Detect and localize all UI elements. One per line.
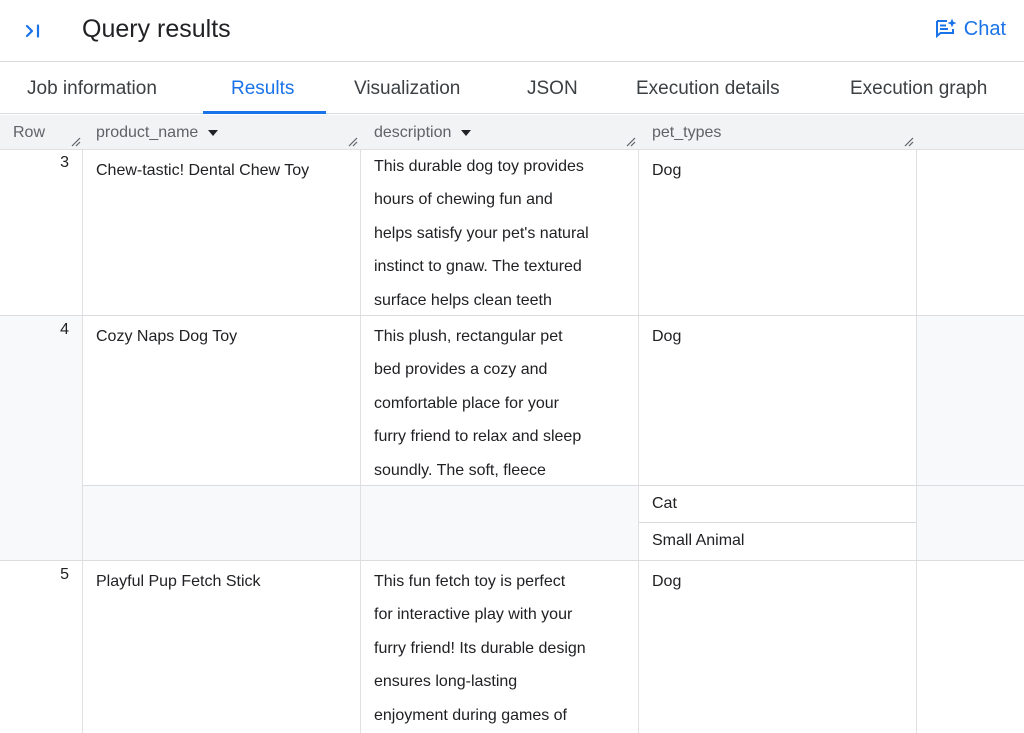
chat-button[interactable]: Chat bbox=[934, 14, 1006, 44]
resize-handle-icon bbox=[71, 137, 81, 147]
description-line: This fun fetch toy is perfect bbox=[374, 573, 566, 590]
row-number: 5 bbox=[60, 566, 69, 583]
column-header-description[interactable]: description bbox=[374, 115, 472, 150]
sub-row-divider bbox=[639, 522, 917, 523]
row-number: 3 bbox=[60, 154, 69, 171]
cell-pet-types[interactable]: Dog bbox=[639, 150, 916, 315]
column-header-pet-types[interactable]: pet_types bbox=[652, 115, 721, 150]
description-line: bed provides a cozy and bbox=[374, 361, 548, 379]
tab-execution-graph[interactable]: Execution graph bbox=[850, 63, 987, 114]
description-line: hours of chewing fun and bbox=[374, 191, 553, 209]
description-line: enjoyment during games of bbox=[374, 706, 567, 724]
pet-type-value: Dog bbox=[652, 573, 682, 590]
results-table: 3 Chew-tastic! Dental Chew Toy This dura… bbox=[0, 150, 1024, 733]
pet-type-value: Dog bbox=[652, 162, 682, 179]
description-line: soundly. The soft, fleece bbox=[374, 461, 546, 479]
column-divider bbox=[916, 150, 917, 316]
product-name-text: Cozy Naps Dog Toy bbox=[96, 328, 238, 345]
description-line: furry friend! Its durable design bbox=[374, 639, 586, 657]
column-divider bbox=[82, 316, 83, 561]
resize-handle-icon bbox=[348, 137, 358, 147]
cell-product-name[interactable]: Playful Pup Fetch Stick bbox=[83, 561, 360, 733]
cell-pet-types[interactable]: Dog bbox=[639, 316, 916, 485]
tab-execution-details[interactable]: Execution details bbox=[636, 63, 780, 114]
chat-spark-icon bbox=[935, 18, 957, 39]
description-line: surface helps clean teeth bbox=[374, 291, 552, 309]
column-label-row: Row bbox=[13, 124, 46, 141]
description-line: This durable dog toy provides bbox=[374, 158, 584, 175]
cell-pet-types[interactable]: Cat bbox=[639, 486, 916, 522]
results-header: Query results Chat bbox=[0, 0, 1024, 62]
column-label-pet-types: pet_types bbox=[652, 124, 722, 141]
pet-type-value: Dog bbox=[652, 328, 682, 345]
cell-pet-types[interactable]: Dog bbox=[639, 561, 916, 733]
cell-product-name[interactable]: Chew-tastic! Dental Chew Toy bbox=[83, 150, 360, 315]
product-name-text: Chew-tastic! Dental Chew Toy bbox=[96, 162, 310, 179]
cell-description[interactable]: This plush, rectangular pet bed provides… bbox=[361, 316, 638, 485]
active-tab-indicator bbox=[203, 111, 326, 114]
column-divider bbox=[360, 316, 361, 561]
column-resize-handle-product-name[interactable] bbox=[348, 137, 358, 147]
table-header: Row product_name description pet_types bbox=[0, 115, 1024, 150]
product-name-text: Playful Pup Fetch Stick bbox=[96, 573, 261, 590]
column-resize-handle-description[interactable] bbox=[626, 137, 636, 147]
description-line: ensures long-lasting bbox=[374, 673, 518, 691]
resize-handle-icon bbox=[626, 137, 636, 147]
column-divider bbox=[360, 150, 361, 316]
tab-visualization[interactable]: Visualization bbox=[354, 63, 460, 114]
column-divider bbox=[82, 561, 83, 733]
table-row[interactable]: 5 Playful Pup Fetch Stick This fun fetch… bbox=[0, 561, 1024, 733]
tab-results[interactable]: Results bbox=[231, 63, 294, 114]
cell-product-name[interactable]: Cozy Naps Dog Toy bbox=[83, 316, 360, 485]
table-row[interactable]: 3 Chew-tastic! Dental Chew Toy This dura… bbox=[0, 150, 1024, 316]
column-header-row: Row bbox=[13, 115, 45, 150]
column-divider bbox=[638, 150, 639, 316]
column-divider bbox=[638, 561, 639, 733]
sub-row-divider bbox=[83, 485, 1024, 486]
pet-type-value: Small Animal bbox=[652, 532, 745, 549]
cell-description[interactable]: This fun fetch toy is perfect for intera… bbox=[361, 561, 638, 733]
cell-pet-types[interactable]: Small Animal bbox=[639, 523, 916, 560]
column-divider bbox=[638, 316, 639, 561]
tab-job-information[interactable]: Job information bbox=[27, 63, 157, 114]
column-divider bbox=[916, 561, 917, 733]
chat-label: Chat bbox=[963, 17, 1006, 40]
column-divider bbox=[82, 150, 83, 316]
pet-type-value: Cat bbox=[652, 495, 677, 512]
resize-handle-icon bbox=[904, 137, 914, 147]
dropdown-arrow-icon[interactable] bbox=[461, 129, 472, 136]
column-resize-handle-pet-types[interactable] bbox=[904, 137, 914, 147]
description-line: for interactive play with your bbox=[374, 606, 573, 624]
row-number: 4 bbox=[60, 321, 69, 338]
description-line: This plush, rectangular pet bbox=[374, 328, 563, 345]
column-label-description: description bbox=[374, 124, 452, 141]
page-title: Query results bbox=[82, 15, 231, 43]
description-line: furry friend to relax and sleep bbox=[374, 428, 582, 446]
column-label-product-name: product_name bbox=[96, 124, 199, 141]
results-tabs: Job information Results Visualization JS… bbox=[0, 63, 1024, 114]
description-line: instinct to gnaw. The textured bbox=[374, 258, 582, 276]
column-divider bbox=[360, 561, 361, 733]
tab-json[interactable]: JSON bbox=[527, 63, 578, 114]
collapse-panel-button[interactable] bbox=[22, 16, 48, 46]
description-line: comfortable place for your bbox=[374, 394, 559, 412]
dropdown-arrow-icon[interactable] bbox=[208, 129, 219, 136]
column-divider bbox=[916, 316, 917, 561]
collapse-panel-icon bbox=[25, 24, 40, 38]
description-line: helps satisfy your pet's natural bbox=[374, 224, 589, 242]
column-resize-handle-row[interactable] bbox=[71, 137, 81, 147]
cell-description[interactable]: This durable dog toy provides hours of c… bbox=[361, 150, 638, 315]
column-header-product-name[interactable]: product_name bbox=[96, 115, 219, 150]
table-row[interactable]: 4 Cozy Naps Dog Toy This plush, rectangu… bbox=[0, 316, 1024, 561]
